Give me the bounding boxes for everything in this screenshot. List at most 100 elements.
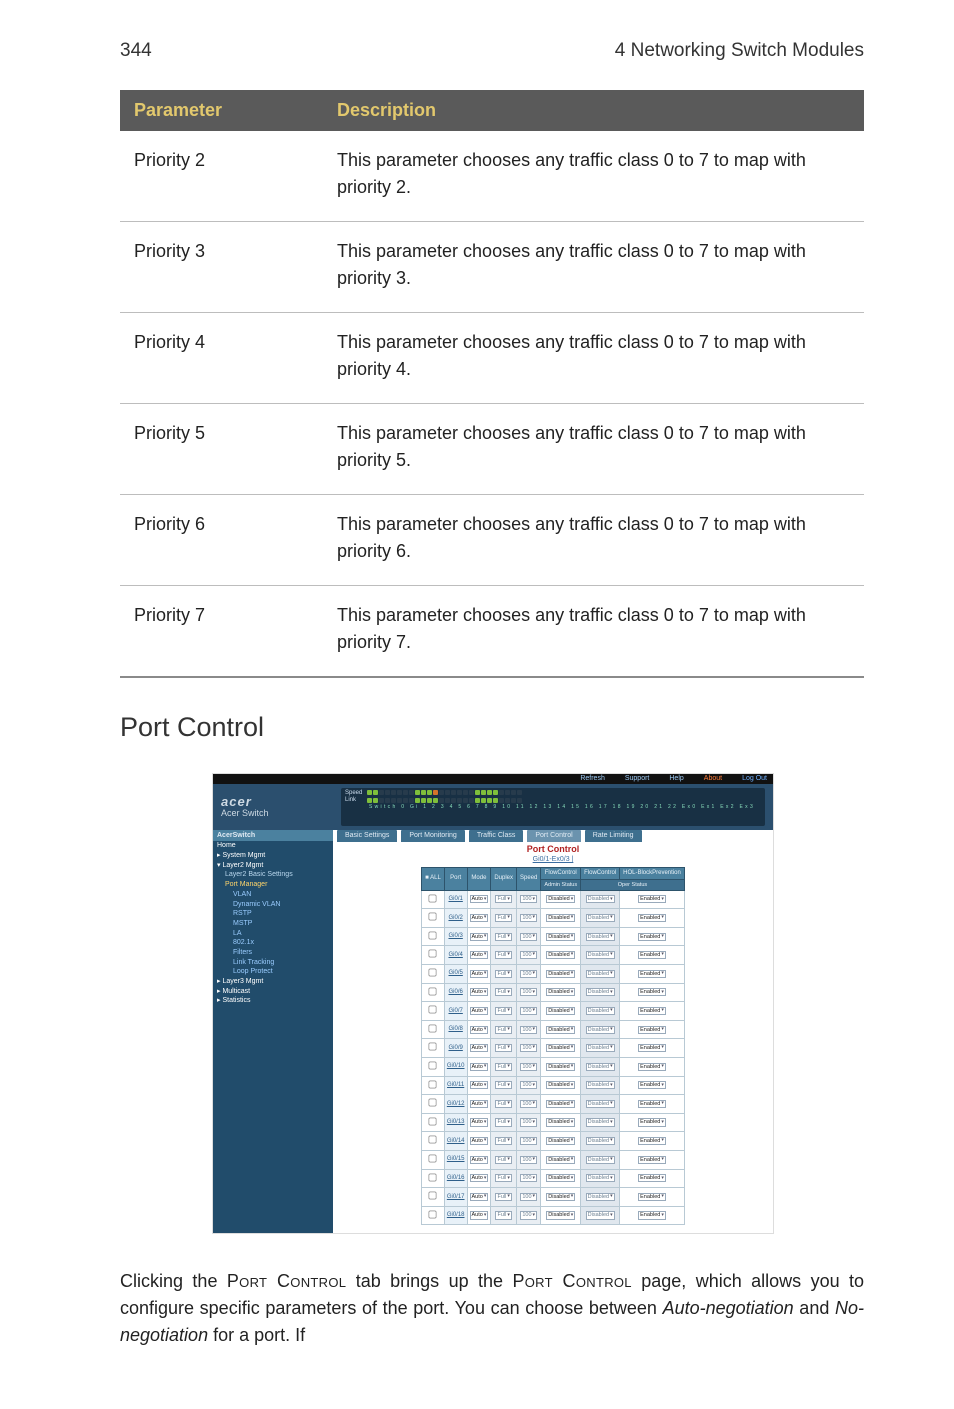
dropdown[interactable]: Disabled▾ xyxy=(546,895,575,903)
speed-cell[interactable]: 100▾ xyxy=(517,1188,541,1207)
dropdown[interactable]: Auto▾ xyxy=(470,1007,489,1015)
sidebar-item[interactable]: RSTP xyxy=(213,909,333,919)
dropdown[interactable]: Auto▾ xyxy=(470,1063,489,1071)
dropdown[interactable]: Disabled▾ xyxy=(586,895,615,903)
dropdown[interactable]: Enabled▾ xyxy=(638,1063,666,1071)
mode-cell[interactable]: Auto▾ xyxy=(467,1002,491,1021)
row-checkbox[interactable] xyxy=(422,1132,445,1151)
dropdown[interactable]: 100▾ xyxy=(520,951,537,959)
port-link[interactable]: Gi0/3 xyxy=(444,927,467,946)
fc-admin-cell[interactable]: Disabled▾ xyxy=(541,1002,581,1021)
fc-admin-cell[interactable]: Disabled▾ xyxy=(541,909,581,928)
dropdown[interactable]: 100▾ xyxy=(520,914,537,922)
port-link[interactable]: Gi0/8 xyxy=(444,1020,467,1039)
dropdown[interactable]: Auto▾ xyxy=(470,1100,489,1108)
duplex-cell[interactable]: Full▾ xyxy=(491,890,517,909)
hol-cell[interactable]: Enabled▾ xyxy=(620,946,685,965)
topbar-refresh[interactable]: Refresh xyxy=(580,775,605,783)
dropdown[interactable]: Enabled▾ xyxy=(638,933,666,941)
hol-cell[interactable]: Enabled▾ xyxy=(620,1002,685,1021)
row-checkbox[interactable] xyxy=(422,1020,445,1039)
fc-admin-cell[interactable]: Disabled▾ xyxy=(541,1113,581,1132)
dropdown[interactable]: Enabled▾ xyxy=(638,1193,666,1201)
duplex-cell[interactable]: Full▾ xyxy=(491,1057,517,1076)
hol-cell[interactable]: Enabled▾ xyxy=(620,1057,685,1076)
hol-cell[interactable]: Enabled▾ xyxy=(620,1188,685,1207)
duplex-cell[interactable]: Full▾ xyxy=(491,1020,517,1039)
fc-admin-cell[interactable]: Disabled▾ xyxy=(541,890,581,909)
sidebar-item[interactable]: Layer2 Basic Settings xyxy=(213,870,333,880)
dropdown[interactable]: Disabled▾ xyxy=(546,1193,575,1201)
tab[interactable]: Basic Settings xyxy=(337,830,397,843)
hol-cell[interactable]: Enabled▾ xyxy=(620,1095,685,1114)
speed-cell[interactable]: 100▾ xyxy=(517,1002,541,1021)
dropdown[interactable]: Disabled▾ xyxy=(586,1100,615,1108)
hol-cell[interactable]: Enabled▾ xyxy=(620,1076,685,1095)
fc-admin-cell[interactable]: Disabled▾ xyxy=(541,1169,581,1188)
hol-cell[interactable]: Enabled▾ xyxy=(620,1039,685,1058)
speed-cell[interactable]: 100▾ xyxy=(517,1169,541,1188)
dropdown[interactable]: Disabled▾ xyxy=(586,1044,615,1052)
fc-admin-cell[interactable]: Disabled▾ xyxy=(541,1150,581,1169)
dropdown[interactable]: Auto▾ xyxy=(470,988,489,996)
duplex-cell[interactable]: Full▾ xyxy=(491,964,517,983)
duplex-cell[interactable]: Full▾ xyxy=(491,1095,517,1114)
mode-cell[interactable]: Auto▾ xyxy=(467,1039,491,1058)
mode-cell[interactable]: Auto▾ xyxy=(467,1150,491,1169)
sidebar-item[interactable]: ▾ Layer2 Mgmt xyxy=(213,861,333,871)
dropdown[interactable]: Disabled▾ xyxy=(546,1063,575,1071)
dropdown[interactable]: Full▾ xyxy=(495,1156,511,1164)
dropdown[interactable]: Auto▾ xyxy=(470,1137,489,1145)
dropdown[interactable]: Full▾ xyxy=(495,1100,511,1108)
fc-admin-cell[interactable]: Disabled▾ xyxy=(541,1188,581,1207)
port-link[interactable]: Gi0/18 xyxy=(444,1206,467,1225)
row-checkbox[interactable] xyxy=(422,1057,445,1076)
mode-cell[interactable]: Auto▾ xyxy=(467,927,491,946)
dropdown[interactable]: Full▾ xyxy=(495,914,511,922)
dropdown[interactable]: 100▾ xyxy=(520,1174,537,1182)
col-all[interactable]: ■ ALL xyxy=(422,867,445,890)
dropdown[interactable]: Full▾ xyxy=(495,1137,511,1145)
row-checkbox[interactable] xyxy=(422,1113,445,1132)
dropdown[interactable]: 100▾ xyxy=(520,1063,537,1071)
port-range-link[interactable]: Gi0/1-Ex0/3 | xyxy=(333,856,773,867)
dropdown[interactable]: Disabled▾ xyxy=(586,988,615,996)
port-link[interactable]: Gi0/2 xyxy=(444,909,467,928)
sidebar-item[interactable]: Filters xyxy=(213,948,333,958)
topbar-about[interactable]: About xyxy=(704,775,722,783)
row-checkbox[interactable] xyxy=(422,1188,445,1207)
dropdown[interactable]: Auto▾ xyxy=(470,970,489,978)
sidebar-item[interactable]: 802.1x xyxy=(213,938,333,948)
dropdown[interactable]: Disabled▾ xyxy=(586,1174,615,1182)
duplex-cell[interactable]: Full▾ xyxy=(491,1002,517,1021)
mode-cell[interactable]: Auto▾ xyxy=(467,983,491,1002)
fc-admin-cell[interactable]: Disabled▾ xyxy=(541,1039,581,1058)
dropdown[interactable]: Full▾ xyxy=(495,951,511,959)
dropdown[interactable]: 100▾ xyxy=(520,1118,537,1126)
duplex-cell[interactable]: Full▾ xyxy=(491,1076,517,1095)
fc-admin-cell[interactable]: Disabled▾ xyxy=(541,1020,581,1039)
speed-cell[interactable]: 100▾ xyxy=(517,909,541,928)
dropdown[interactable]: Disabled▾ xyxy=(586,1156,615,1164)
sidebar-item[interactable]: Dynamic VLAN xyxy=(213,900,333,910)
port-link[interactable]: Gi0/6 xyxy=(444,983,467,1002)
dropdown[interactable]: 100▾ xyxy=(520,895,537,903)
fc-admin-cell[interactable]: Disabled▾ xyxy=(541,1095,581,1114)
tab[interactable]: Traffic Class xyxy=(469,830,524,843)
port-link[interactable]: Gi0/15 xyxy=(444,1150,467,1169)
dropdown[interactable]: Full▾ xyxy=(495,1063,511,1071)
hol-cell[interactable]: Enabled▾ xyxy=(620,964,685,983)
dropdown[interactable]: Full▾ xyxy=(495,1193,511,1201)
duplex-cell[interactable]: Full▾ xyxy=(491,1113,517,1132)
mode-cell[interactable]: Auto▾ xyxy=(467,1169,491,1188)
duplex-cell[interactable]: Full▾ xyxy=(491,1206,517,1225)
sidebar-item[interactable]: MSTP xyxy=(213,919,333,929)
hol-cell[interactable]: Enabled▾ xyxy=(620,1150,685,1169)
dropdown[interactable]: Disabled▾ xyxy=(586,1118,615,1126)
sidebar-item[interactable]: Link Tracking xyxy=(213,958,333,968)
dropdown[interactable]: 100▾ xyxy=(520,970,537,978)
dropdown[interactable]: Disabled▾ xyxy=(546,951,575,959)
dropdown[interactable]: 100▾ xyxy=(520,1211,537,1219)
port-link[interactable]: Gi0/1 xyxy=(444,890,467,909)
duplex-cell[interactable]: Full▾ xyxy=(491,909,517,928)
